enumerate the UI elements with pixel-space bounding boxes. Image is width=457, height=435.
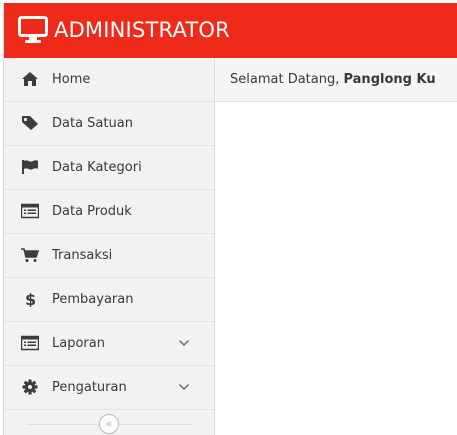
main-content: Selamat Datang, Panglong Ku	[215, 58, 457, 435]
sidebar-item-home[interactable]: Home	[4, 58, 214, 102]
sidebar-item-transaksi[interactable]: Transaksi	[4, 234, 214, 278]
sidebar-item-data-kategori[interactable]: Data Kategori	[4, 146, 214, 190]
sidebar: Home Data Satuan Data Kategori Data Prod…	[4, 58, 215, 435]
sidebar-collapse-button[interactable]: «	[99, 414, 119, 434]
cart-icon	[21, 248, 39, 262]
monitor-icon	[18, 16, 48, 43]
list-icon	[21, 203, 39, 219]
sidebar-item-label: Pembayaran	[52, 292, 134, 307]
home-icon	[22, 72, 38, 86]
welcome-prefix: Selamat Datang,	[230, 72, 344, 87]
top-navbar: ADMINISTRATOR	[4, 3, 457, 58]
flag-icon	[22, 160, 38, 174]
sidebar-item-label: Data Produk	[52, 204, 132, 219]
welcome-user: Panglong Ku	[343, 72, 436, 87]
welcome-bar: Selamat Datang, Panglong Ku	[215, 58, 457, 102]
brand-title: ADMINISTRATOR	[54, 18, 230, 42]
svg-text:$: $	[25, 291, 36, 307]
sidebar-collapse-row: «	[4, 410, 214, 435]
sidebar-item-data-satuan[interactable]: Data Satuan	[4, 102, 214, 146]
chevron-down-icon[interactable]	[178, 339, 190, 347]
brand-link[interactable]: ADMINISTRATOR	[18, 16, 230, 44]
sidebar-item-data-produk[interactable]: Data Produk	[4, 190, 214, 234]
sidebar-item-label: Data Kategori	[52, 160, 142, 175]
app-window: ADMINISTRATOR Home Data Satuan Data Kate…	[3, 3, 457, 435]
tag-icon	[22, 116, 38, 130]
gear-icon	[22, 379, 38, 395]
sidebar-item-label: Data Satuan	[52, 116, 133, 131]
sidebar-item-pengaturan[interactable]: Pengaturan	[4, 366, 214, 410]
sidebar-item-label: Home	[52, 72, 91, 87]
sidebar-menu: Home Data Satuan Data Kategori Data Prod…	[4, 58, 214, 410]
chevron-down-icon[interactable]	[178, 383, 190, 391]
sidebar-item-label: Transaksi	[52, 248, 113, 263]
double-chevron-left-icon: «	[105, 417, 113, 430]
welcome-message: Selamat Datang, Panglong Ku	[230, 58, 436, 101]
sidebar-item-pembayaran[interactable]: $ Pembayaran	[4, 278, 214, 322]
dollar-icon: $	[25, 291, 36, 307]
sidebar-item-label: Laporan	[52, 336, 105, 351]
list-icon	[21, 335, 39, 351]
sidebar-item-laporan[interactable]: Laporan	[4, 322, 214, 366]
sidebar-item-label: Pengaturan	[52, 380, 127, 395]
